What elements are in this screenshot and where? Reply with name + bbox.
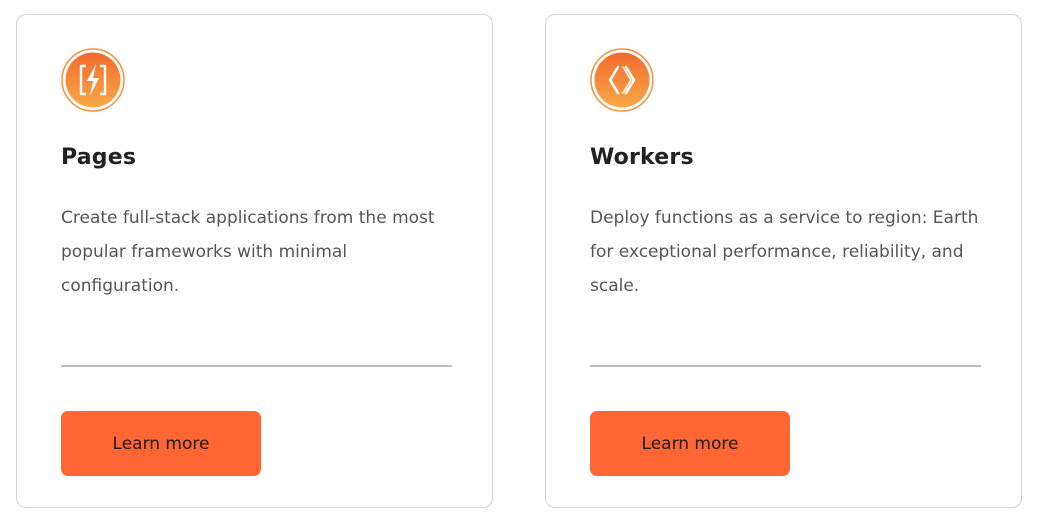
card-description: Create full-stack applications from the …: [61, 208, 435, 296]
card-title: Pages: [61, 145, 137, 170]
divider: [61, 365, 452, 367]
pages-card: Pages Create full-stack applications fro…: [16, 14, 493, 508]
product-cards: Pages Create full-stack applications fro…: [0, 0, 1048, 521]
card-title: Workers: [590, 145, 694, 170]
workers-code-icon: [590, 48, 654, 112]
divider: [590, 365, 981, 367]
pages-lightning-icon: [61, 48, 125, 112]
learn-more-button[interactable]: Learn more: [590, 411, 790, 476]
workers-card: Workers Deploy functions as a service to…: [545, 14, 1022, 508]
learn-more-button[interactable]: Learn more: [61, 411, 261, 476]
card-description: Deploy functions as a service to region:…: [590, 208, 979, 296]
